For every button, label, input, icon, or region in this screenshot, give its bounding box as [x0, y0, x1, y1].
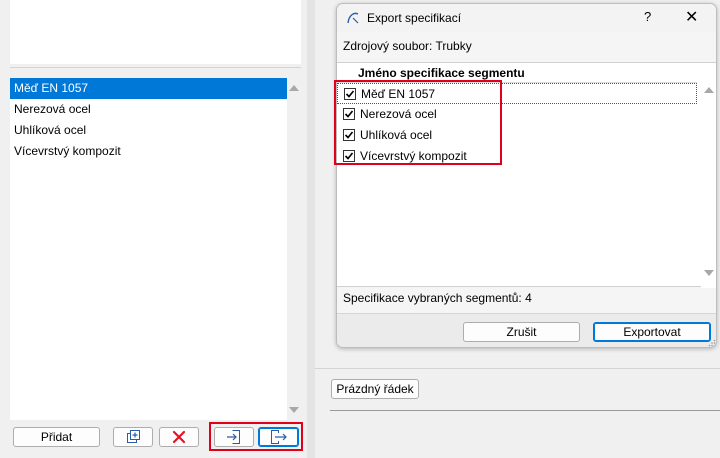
- scroll-up-icon[interactable]: [289, 85, 299, 91]
- list-item[interactable]: Vícevrstvý kompozit: [10, 141, 287, 162]
- app-icon: [347, 12, 359, 24]
- divider: [315, 368, 720, 369]
- checkmark-icon: [344, 110, 354, 118]
- checkmark-icon: [344, 131, 354, 139]
- checkbox[interactable]: [344, 88, 356, 100]
- import-icon: [227, 430, 240, 444]
- checkbox[interactable]: [343, 150, 355, 162]
- table-row[interactable]: Nerezová ocel: [337, 104, 697, 125]
- panel-divider[interactable]: [307, 0, 315, 458]
- specification-list[interactable]: Měď EN 1057 Nerezová ocel Uhlíková ocel …: [10, 78, 287, 420]
- dialog-title: Export specifikací: [367, 11, 462, 25]
- list-scrollbar[interactable]: [287, 78, 301, 420]
- row-label: Uhlíková ocel: [360, 128, 433, 142]
- table-row[interactable]: Vícevrstvý kompozit: [337, 146, 697, 167]
- table-row[interactable]: Měď EN 1057: [337, 83, 697, 104]
- dialog-titlebar[interactable]: Export specifikací ? ✕: [337, 4, 716, 32]
- delete-icon: [172, 430, 186, 444]
- export-dialog: Export specifikací ? ✕ Zdrojový soubor: …: [336, 3, 717, 348]
- scroll-down-icon[interactable]: [289, 407, 299, 413]
- list-item[interactable]: Uhlíková ocel: [10, 120, 287, 141]
- list-item[interactable]: Měď EN 1057: [10, 78, 287, 99]
- checkmark-icon: [344, 152, 354, 160]
- list-scrollbar[interactable]: [701, 63, 716, 288]
- divider: [10, 67, 301, 68]
- row-label: Nerezová ocel: [360, 107, 437, 121]
- divider: [330, 410, 720, 411]
- cancel-button[interactable]: Zrušit: [463, 322, 580, 342]
- selected-count-label: Specifikace vybraných segmentů: 4: [343, 291, 532, 305]
- table-row[interactable]: Uhlíková ocel: [337, 125, 697, 146]
- checkmark-icon: [345, 90, 355, 98]
- segment-spec-list[interactable]: Jméno specifikace segmentu Měď EN 1057 N…: [337, 62, 716, 288]
- add-button[interactable]: Přidat: [13, 427, 100, 447]
- export-confirm-button[interactable]: Exportovat: [593, 322, 711, 342]
- scroll-down-icon[interactable]: [704, 270, 714, 276]
- row-label: Měď EN 1057: [361, 87, 436, 101]
- import-button[interactable]: [214, 427, 254, 447]
- duplicate-button[interactable]: [113, 427, 153, 447]
- duplicate-icon: [127, 430, 140, 443]
- delete-button[interactable]: [159, 427, 199, 447]
- left-top-area: [10, 0, 301, 64]
- export-icon: [270, 430, 287, 444]
- close-icon[interactable]: ✕: [685, 7, 698, 27]
- checkbox[interactable]: [343, 108, 355, 120]
- checkbox[interactable]: [343, 129, 355, 141]
- scroll-up-icon[interactable]: [704, 87, 714, 93]
- list-item[interactable]: Nerezová ocel: [10, 99, 287, 120]
- help-icon[interactable]: ?: [644, 9, 651, 24]
- row-label: Vícevrstvý kompozit: [360, 149, 467, 163]
- dialog-footer: Zrušit Exportovat: [337, 313, 716, 347]
- column-header[interactable]: Jméno specifikace segmentu: [358, 66, 525, 80]
- resize-grip-icon[interactable]: [708, 339, 716, 347]
- export-button[interactable]: [258, 427, 299, 447]
- source-file-label: Zdrojový soubor: Trubky: [343, 39, 472, 53]
- empty-row-button[interactable]: Prázdný řádek: [331, 379, 419, 399]
